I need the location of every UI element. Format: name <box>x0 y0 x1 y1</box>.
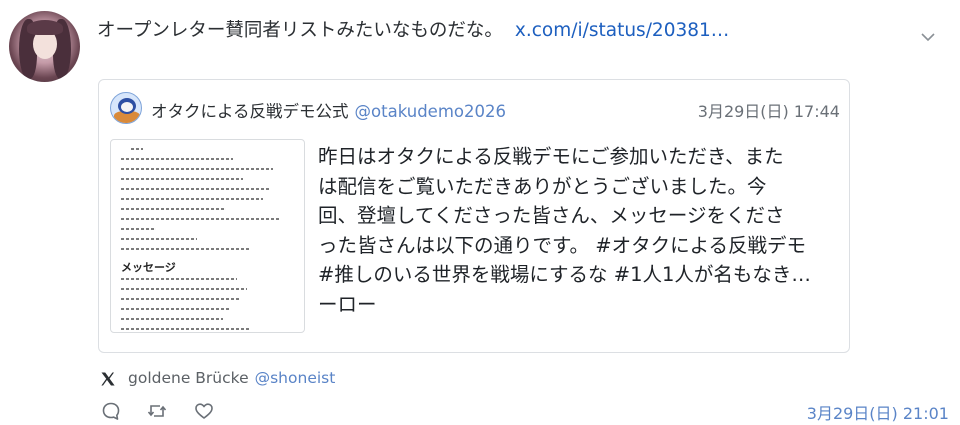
repost-icon[interactable] <box>146 400 168 422</box>
quoted-author-name[interactable]: オタクによる反戦デモ公式 <box>151 102 349 121</box>
source-handle[interactable]: @shoneist <box>255 369 336 387</box>
body-line: は配信をご覧いただきありがとうございました。今 <box>318 174 767 198</box>
image-heading: メッセージ <box>121 261 176 274</box>
body-line: 回、登壇してくださった皆さん、メッセージをくださ <box>318 204 785 227</box>
body-line: #推しのいる世界を戦場にするな #1人1人が名もなき… <box>318 263 811 286</box>
post-text: オープンレター賛同者リストみたいなものだな。 x.com/i/status/203… <box>97 16 729 42</box>
body-line: った皆さんは以下の通りです。 #オタクによる反戦デモ <box>318 233 807 257</box>
body-line: ーロー <box>318 292 377 316</box>
action-bar <box>100 400 220 422</box>
post-timestamp[interactable]: 3月29日(日) 21:01 <box>807 400 949 424</box>
source-name[interactable]: goldene Brücke <box>128 369 249 387</box>
post-link[interactable]: x.com/i/status/20381… <box>515 20 729 41</box>
quoted-post-date[interactable]: 3月29日(日) 17:44 <box>698 98 840 122</box>
quoted-post-card[interactable]: オタクによる反戦デモ公式 @otakudemo2026 3月29日(日) 17:4… <box>98 79 850 353</box>
source-account: goldene Brücke @shoneist <box>128 369 335 387</box>
quoted-post-header: オタクによる反戦デモ公式 @otakudemo2026 3月29日(日) 17:4… <box>110 90 840 128</box>
post-text-body: オープンレター賛同者リストみたいなものだな。 <box>97 20 503 41</box>
quoted-author: オタクによる反戦デモ公式 @otakudemo2026 <box>151 98 506 122</box>
x-logo-icon <box>101 372 115 386</box>
quoted-post-body: 昨日はオタクによる反戦デモにご参加いただき、また は配信をご覧いただきありがとう… <box>318 142 843 319</box>
quoted-author-handle[interactable]: @otakudemo2026 <box>355 102 506 121</box>
body-line: 昨日はオタクによる反戦デモにご参加いただき、また <box>318 145 784 168</box>
quoted-post-image[interactable]: メッセージ <box>110 139 305 333</box>
chevron-down-icon[interactable] <box>920 32 936 42</box>
heart-icon[interactable] <box>193 400 215 422</box>
quoted-author-avatar[interactable] <box>110 92 142 124</box>
reply-icon[interactable] <box>100 400 122 422</box>
user-avatar[interactable] <box>9 11 80 82</box>
